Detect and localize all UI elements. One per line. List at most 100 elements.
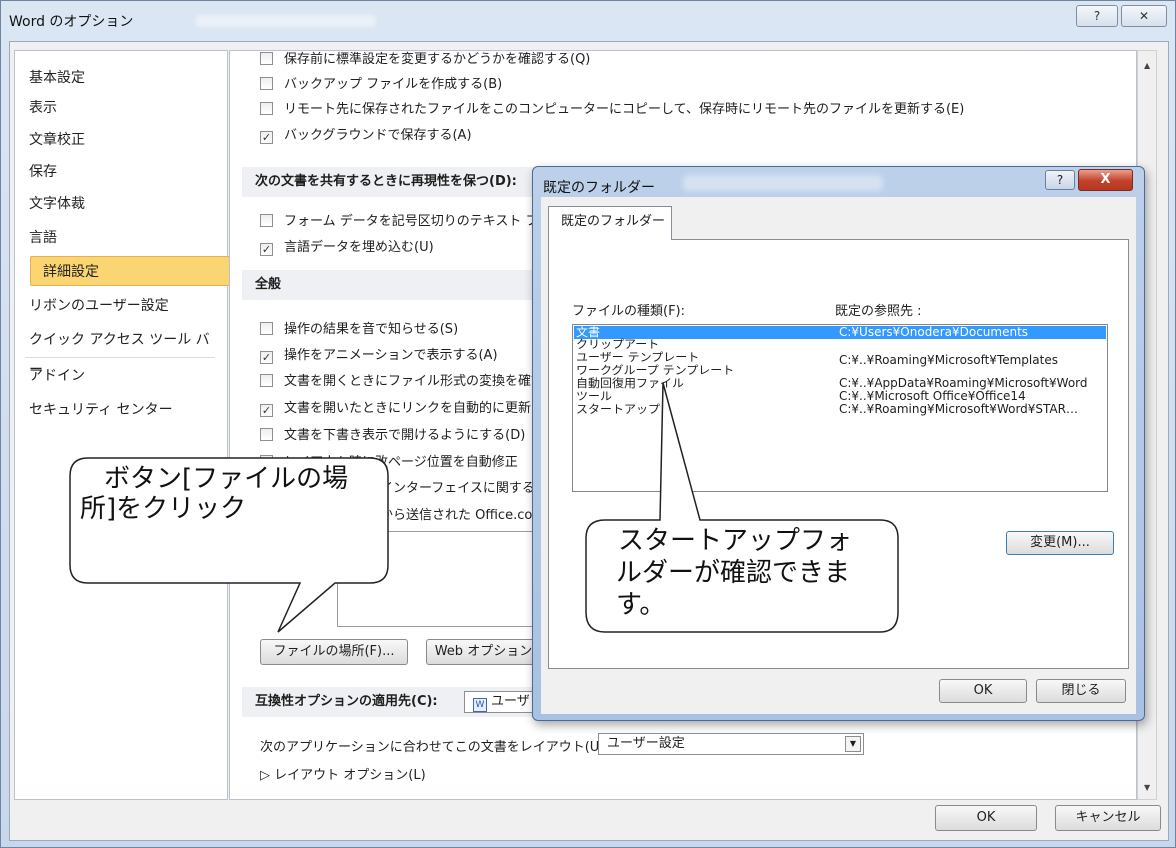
ok-button[interactable]: OK	[935, 805, 1037, 831]
compat-label: 互換性オプションの適用先(C):	[255, 694, 438, 709]
dialog-help-button[interactable]: ?	[1045, 170, 1075, 190]
file-type: ユーザー テンプレート	[576, 350, 700, 364]
checkbox[interactable]	[260, 52, 273, 65]
folder-listbox[interactable]: 文書 C:¥Users¥Onodera¥Documents クリップアート ユーザ…	[572, 324, 1108, 492]
sidebar-item-trust-center[interactable]: セキュリティ センター	[29, 395, 215, 425]
layout-options-link[interactable]: ▷ レイアウト オプション(L)	[260, 764, 426, 783]
chevron-down-icon[interactable]: ▼	[845, 736, 861, 752]
checkbox[interactable]	[260, 102, 273, 115]
checkbox[interactable]: ✓	[260, 351, 273, 364]
dialog-ok-button[interactable]: OK	[939, 679, 1027, 703]
compat-value: ユーザ	[491, 694, 530, 709]
sidebar-divider	[25, 357, 215, 358]
dialog-title-shadow	[683, 175, 883, 191]
setting-label: インターフェイスに関するエ	[380, 481, 548, 496]
callout-right-line2: ルダーが確認できま	[616, 558, 851, 588]
setting-row[interactable]: 保存前に標準設定を変更するかどうかを確認する(Q)	[260, 51, 591, 67]
sidebar-item-proofing[interactable]: 文章校正	[29, 125, 215, 155]
setting-label: 保存前に標準設定を変更するかどうかを確認する(Q)	[284, 52, 591, 67]
tab-default-folders[interactable]: 既定のフォルダー	[548, 206, 672, 240]
setting-row[interactable]: バックアップ ファイルを作成する(B)	[260, 73, 502, 92]
setting-label: リモート先に保存されたファイルをこのコンピューターにコピーして、保存時にリモート…	[284, 102, 965, 117]
scroll-down-icon[interactable]: ▼	[1144, 783, 1150, 792]
file-locations-button[interactable]: ファイルの場所(F)...	[260, 639, 408, 665]
word-doc-icon: W	[473, 698, 487, 712]
setting-row[interactable]: 文書を開くときにファイル形式の変換を確認	[260, 370, 544, 389]
options-sidebar: 基本設定 表示 文章校正 保存 文字体裁 言語 詳細設定 リボンのユーザー設定 …	[14, 50, 230, 800]
setting-row[interactable]: フォーム データを記号区切りのテキスト ファ	[260, 210, 552, 229]
layout-app-label: 次のアプリケーションに合わせてこの文書をレイアウト(U):	[260, 740, 609, 755]
folder-path: C:¥..¥AppData¥Roaming¥Microsoft¥Word	[839, 376, 1088, 390]
setting-label: バックアップ ファイルを作成する(B)	[284, 77, 503, 92]
setting-label: フォーム データを記号区切りのテキスト ファ	[284, 214, 552, 229]
file-type: クリップアート	[576, 337, 660, 351]
checkbox[interactable]: ✓	[260, 131, 273, 144]
file-type: 自動回復用ファイル	[576, 376, 685, 390]
change-button[interactable]: 変更(M)...	[1006, 531, 1114, 555]
sidebar-item-basic[interactable]: 基本設定	[29, 63, 215, 93]
folder-path: C:¥Users¥Onodera¥Documents	[839, 325, 1029, 339]
setting-label: 言語データを埋め込む(U)	[284, 240, 434, 255]
sidebar-item-advanced[interactable]: 詳細設定	[30, 256, 230, 286]
folder-path: C:¥..¥Roaming¥Microsoft¥Word¥STAR…	[839, 402, 1078, 416]
dialog-close-button[interactable]: X	[1078, 169, 1133, 191]
help-button[interactable]: ?	[1076, 5, 1118, 27]
sidebar-item-quick-access[interactable]: クイック アクセス ツール バー	[29, 325, 215, 378]
setting-row[interactable]: 文書を下書き表示で開けるようにする(D)	[260, 424, 525, 443]
checkbox[interactable]	[260, 214, 273, 227]
setting-row[interactable]: ✓ バックグラウンドで保存する(A)	[260, 124, 472, 144]
title-bar-shadow	[196, 15, 376, 27]
setting-row[interactable]: ✓ 文書を開いたときにリンクを自動的に更新す	[260, 397, 544, 417]
address-textbox[interactable]	[337, 531, 557, 627]
callout-right-line1: スタートアップフォ	[618, 526, 853, 556]
setting-row[interactable]: ✓ 言語データを埋め込む(U)	[260, 236, 434, 256]
setting-row[interactable]: から送信された Office.co	[380, 504, 532, 523]
setting-row[interactable]: インターフェイスに関するエ	[380, 477, 548, 496]
setting-label: 文書を下書き表示で開けるようにする(D)	[284, 428, 526, 443]
section-header-sharing: 次の文書を共有するときに再現性を保つ(D):	[242, 167, 542, 197]
sidebar-item-save[interactable]: 保存	[29, 157, 215, 187]
title-bar: Word のオプション ? ✕	[1, 1, 1175, 41]
layout-app-select[interactable]: ユーザー設定 ▼	[598, 733, 864, 755]
checkbox[interactable]	[260, 322, 273, 335]
setting-row[interactable]: ✓ 操作をアニメーションで表示する(A)	[260, 344, 498, 364]
sidebar-item-display[interactable]: 表示	[29, 93, 215, 123]
close-button[interactable]: ✕	[1121, 5, 1167, 27]
setting-row[interactable]: 操作の結果を音で知らせる(S)	[260, 318, 458, 337]
sidebar-item-addins[interactable]: アドイン	[29, 361, 215, 391]
file-type-header: ファイルの種類(F):	[572, 304, 686, 319]
sidebar-item-ribbon[interactable]: リボンのユーザー設定	[29, 291, 215, 321]
setting-label: バックグラウンドで保存する(A)	[284, 128, 472, 143]
file-type: スタートアップ	[576, 402, 661, 416]
checkbox[interactable]: ✓	[260, 404, 273, 417]
file-type: ワークグループ テンプレート	[576, 363, 735, 377]
checkbox[interactable]	[260, 77, 273, 90]
file-type: ツール	[576, 389, 613, 403]
scroll-up-icon[interactable]: ▲	[1144, 61, 1150, 70]
sidebar-item-typography[interactable]: 文字体裁	[29, 189, 215, 219]
file-type: 文書	[576, 325, 601, 339]
dialog-title: 既定のフォルダー	[543, 180, 655, 196]
list-item[interactable]: ユーザー テンプレート C:¥..¥Roaming¥Microsoft¥Templ…	[574, 350, 1106, 366]
list-item[interactable]: クリップアート	[574, 338, 1106, 351]
folder-path: C:¥..¥Microsoft Office¥Office14	[839, 389, 1026, 403]
list-item[interactable]: スタートアップ C:¥..¥Roaming¥Microsoft¥Word¥STAR…	[574, 403, 1106, 416]
dialog-close-text-button[interactable]: 閉じる	[1036, 679, 1126, 703]
callout-left-line2: 所]をクリック	[80, 494, 247, 524]
checkbox[interactable]	[260, 428, 273, 441]
setting-label: 文書を開くときにファイル形式の変換を確認	[284, 374, 545, 389]
cancel-button[interactable]: キャンセル	[1055, 805, 1161, 831]
default-folders-dialog: 既定のフォルダー ? X 既定のフォルダー ファイルの種類(F): 既定の参照先…	[532, 166, 1145, 721]
sidebar-item-language[interactable]: 言語	[29, 223, 215, 253]
setting-label: 文書を開いたときにリンクを自動的に更新す	[284, 401, 545, 416]
checkbox[interactable]: ✓	[260, 243, 273, 256]
setting-label: から送信された Office.co	[380, 508, 533, 523]
layout-value: ユーザー設定	[607, 736, 685, 751]
section-header-general: 全般	[242, 270, 542, 300]
web-options-button[interactable]: Web オプション(	[426, 639, 546, 665]
setting-label: 操作をアニメーションで表示する(A)	[284, 348, 498, 363]
setting-row[interactable]: リモート先に保存されたファイルをこのコンピューターにコピーして、保存時にリモート…	[260, 98, 964, 117]
dialog-body: 既定のフォルダー ファイルの種類(F): 既定の参照先 : 文書 C:¥Users…	[541, 197, 1136, 714]
checkbox[interactable]	[260, 374, 273, 387]
default-path-header: 既定の参照先 :	[835, 304, 922, 319]
